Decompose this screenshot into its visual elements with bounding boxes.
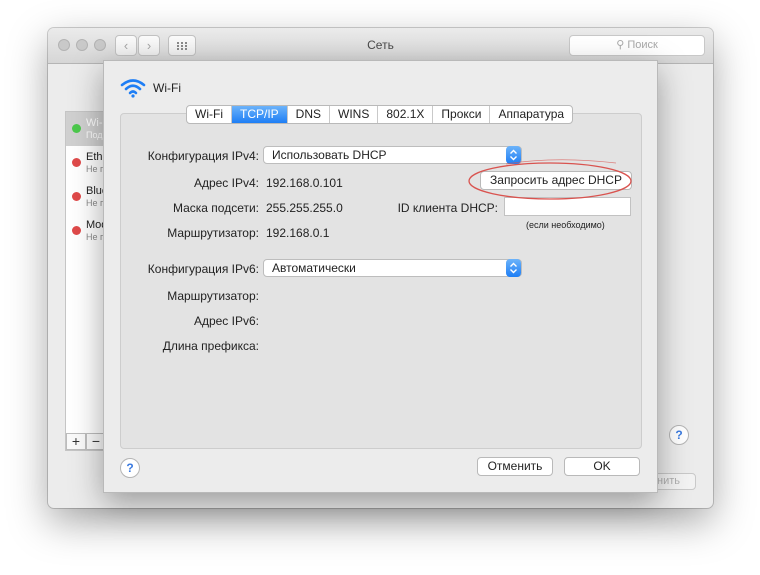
title-bar: ‹ › Сеть ⚲ Поиск — [48, 28, 713, 64]
dhcp-client-id-hint: (если необходимо) — [526, 220, 605, 230]
service-name: Wi- — [86, 117, 103, 129]
prefix-length-label: Длина префикса: — [162, 339, 259, 353]
ipv6-config-select[interactable]: Автоматически — [263, 259, 522, 277]
status-connected-icon — [72, 124, 81, 133]
ipv4-router-value: 192.168.0.1 — [266, 226, 330, 240]
ipv6-config-value: Автоматически — [272, 261, 356, 275]
stepper-icon — [506, 259, 521, 277]
search-placeholder: Поиск — [627, 39, 658, 51]
sheet-title: Wi-Fi — [153, 81, 181, 95]
cancel-button[interactable]: Отменить — [477, 457, 553, 476]
tab-wifi[interactable]: Wi-Fi — [187, 106, 232, 123]
tab-8021x[interactable]: 802.1X — [378, 106, 434, 123]
ipv4-address-label: Адрес IPv4: — [193, 176, 259, 190]
ipv4-config-label: Конфигурация IPv4: — [147, 149, 259, 163]
status-disconnected-icon — [72, 158, 81, 167]
advanced-settings-sheet: Wi-Fi Wi-Fi TCP/IP DNS WINS 802.1X Прокс… — [103, 60, 658, 493]
annotation-ellipse — [468, 159, 632, 200]
service-status: Под — [86, 130, 103, 140]
ipv6-config-label: Конфигурация IPv6: — [147, 262, 259, 276]
wifi-icon — [120, 79, 146, 98]
tab-dns[interactable]: DNS — [288, 106, 330, 123]
tab-tcpip[interactable]: TCP/IP — [231, 106, 288, 123]
tab-bar: Wi-Fi TCP/IP DNS WINS 802.1X Прокси Аппа… — [186, 105, 574, 124]
tab-hardware[interactable]: Аппаратура — [490, 106, 572, 123]
tab-proxies[interactable]: Прокси — [433, 106, 491, 123]
ipv4-config-value: Использовать DHCP — [272, 148, 387, 162]
add-service-button[interactable]: + — [66, 433, 86, 450]
search-field[interactable]: ⚲ Поиск — [569, 35, 705, 56]
search-icon: ⚲ — [616, 39, 625, 51]
ipv4-address-value: 192.168.0.101 — [266, 176, 343, 190]
status-disconnected-icon — [72, 192, 81, 201]
tab-wins[interactable]: WINS — [330, 106, 379, 123]
ipv4-router-label: Маршрутизатор: — [167, 226, 259, 240]
ipv6-address-label: Адрес IPv6: — [193, 314, 259, 328]
status-disconnected-icon — [72, 226, 81, 235]
subnet-mask-label: Маска подсети: — [172, 201, 259, 215]
help-button-background[interactable]: ? — [669, 425, 689, 445]
help-button[interactable]: ? — [120, 458, 140, 478]
ok-button[interactable]: OK — [564, 457, 640, 476]
ipv6-router-label: Маршрутизатор: — [167, 289, 259, 303]
subnet-mask-value: 255.255.255.0 — [266, 201, 343, 215]
